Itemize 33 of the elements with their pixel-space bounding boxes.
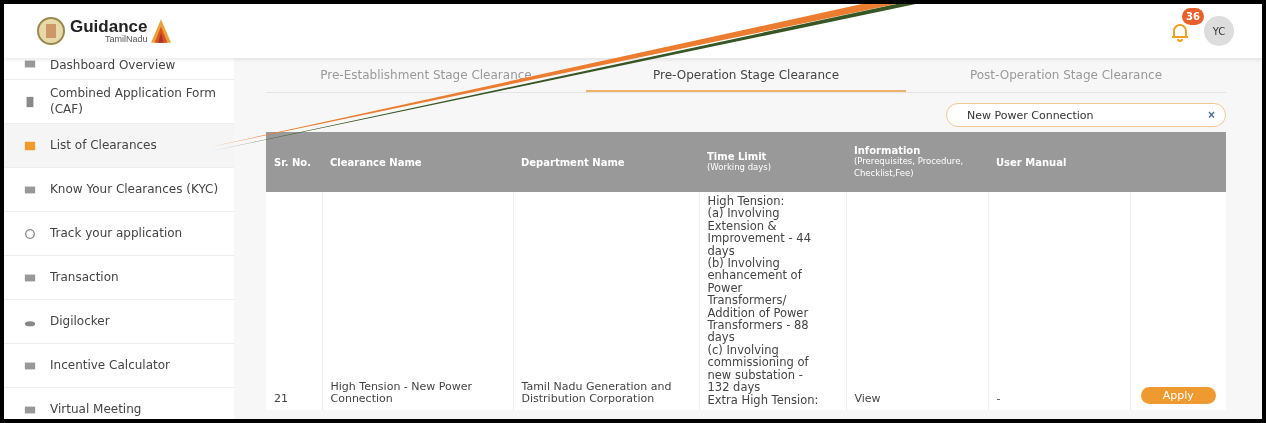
column-header: User Manual [988,132,1130,192]
column-header: Information (Prerequisites, Procedure, Checklist,Fee) [846,132,988,192]
clear-button[interactable]: × [1208,108,1215,122]
menu-item-icon [24,95,36,108]
sidebar-item[interactable]: Know Your Clearances (KYC) [4,168,234,212]
column-header: Clearance Name [322,132,513,192]
sidebar-item[interactable]: List of Clearances [4,124,234,168]
sidebar-item[interactable]: Track your application [4,212,234,256]
sidebar-item[interactable]: Digilocker [4,300,234,344]
sidebar-item[interactable]: Incentive Calculator [4,344,234,388]
menu-item-icon [24,58,36,70]
user-avatar[interactable]: YC [1204,16,1234,46]
column-header: Department Name [513,132,699,192]
notification-badge: 36 [1182,7,1204,25]
table-cell: High Tension: (a) Involving Extension & Improvement - 44 days (b) Involving enhancement of Power Transformers/ Addition of Power Transformers - 88 days (c) Involving commissioning of new substation - 132 days Extra High Tension: [699,192,846,410]
table-cell: 21 [266,192,322,410]
menu-item-icon [24,139,36,152]
column-header: Sr. No. [266,132,322,192]
sidebar-item[interactable]: Dashboard Overview [4,58,234,80]
sidebar-item[interactable]: Virtual Meeting [4,388,234,419]
emblem-icon [36,16,66,46]
table-cell: - [988,192,1130,410]
sidebar-item[interactable]: Transaction [4,256,234,300]
table-cell: Tamil Nadu Generation and Distribution Corporation [513,192,699,410]
menu-item-icon [24,227,36,240]
logo-subtitle: TamilNadu [104,35,148,44]
bell-icon [1170,21,1190,42]
table-cell: High Tension - New Power Connection [322,192,513,410]
search-field[interactable]: New Power Connection × [946,103,1226,127]
logo-title: Guidance [70,18,148,35]
stripes-icon [151,19,172,43]
column-header: Time Limit (Working days) [699,132,846,192]
table-cell: View [846,192,988,410]
